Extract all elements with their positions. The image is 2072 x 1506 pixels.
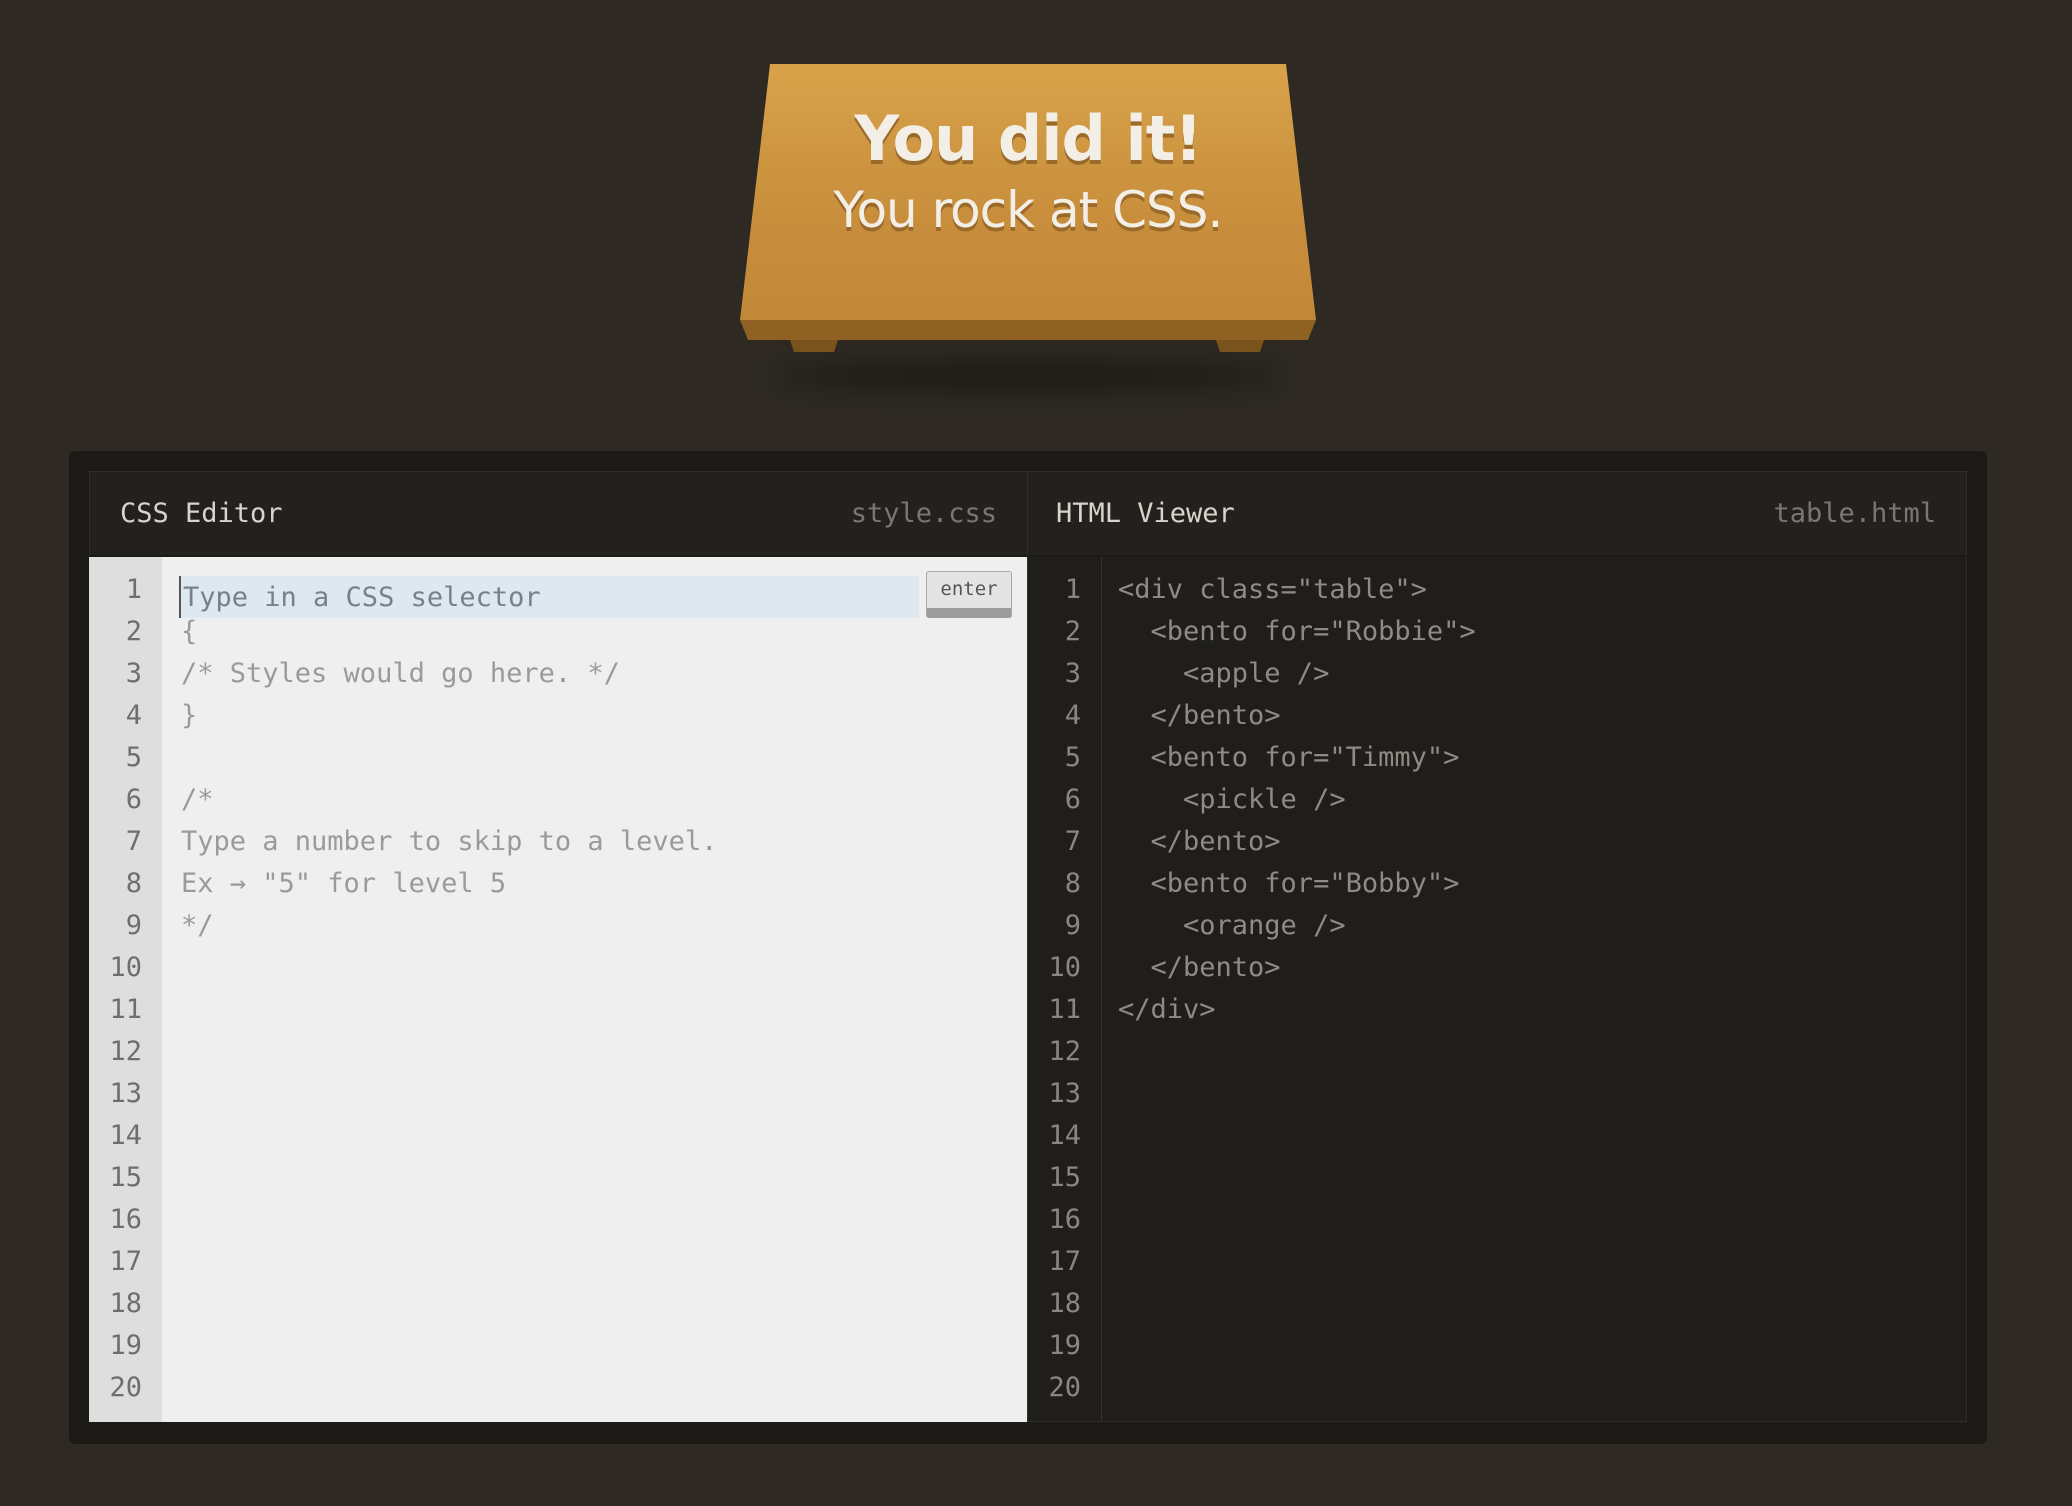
css-line-number: 1 [125, 574, 142, 605]
html-line-number: 19 [1048, 1330, 1081, 1361]
css-code-line: Ex → "5" for level 5 [181, 868, 507, 899]
css-editor-pane: CSS Editor style.css 1 2 3 4 5 6 7 8 9 10 11 12 13 14… [89, 471, 1027, 1424]
win-subtitle: You rock at CSS. [833, 181, 1224, 239]
table-shadow [770, 364, 1286, 388]
css-line-number: 14 [109, 1120, 142, 1151]
html-code-line: </bento> [1118, 952, 1281, 983]
css-code-line: /* [181, 784, 214, 815]
table-leg-left [790, 340, 838, 352]
html-line-number: 15 [1048, 1162, 1081, 1193]
html-line-number: 5 [1064, 742, 1081, 773]
css-line-number: 8 [125, 868, 142, 899]
html-line-number: 18 [1048, 1288, 1081, 1319]
html-code-line: <div class="table"> [1118, 574, 1427, 605]
html-line-number: 6 [1064, 784, 1081, 815]
html-line-number: 2 [1064, 616, 1081, 647]
css-editor-filename: style.css [850, 498, 997, 529]
css-line-number: 2 [125, 616, 142, 647]
css-line-number: 16 [109, 1204, 142, 1235]
html-line-numbers: 1 2 3 4 5 6 7 8 9 10 11 12 13 14 15 16 17 18 19 20 [1028, 557, 1102, 1421]
css-line-number: 5 [125, 742, 142, 773]
css-code-line: */ [181, 910, 214, 941]
css-line-number: 10 [109, 952, 142, 983]
html-line-number: 4 [1064, 700, 1081, 731]
html-code-line: </bento> [1118, 826, 1281, 857]
css-line-number: 12 [109, 1036, 142, 1067]
html-code-line: <orange /> [1118, 910, 1346, 941]
html-viewer-pane: HTML Viewer table.html 1 2 3 4 5 6 7 8 9 10 11 12 13… [1027, 471, 1967, 1424]
html-code-line: </bento> [1118, 700, 1281, 731]
css-editor-header: CSS Editor style.css [89, 471, 1027, 555]
html-viewer-title: HTML Viewer [1056, 498, 1235, 529]
css-line-number: 7 [125, 826, 142, 857]
html-line-number: 11 [1048, 994, 1081, 1025]
html-line-number: 13 [1048, 1078, 1081, 1109]
html-line-number: 1 [1064, 574, 1081, 605]
html-line-number: 7 [1064, 826, 1081, 857]
css-line-number: 15 [109, 1162, 142, 1193]
table-leg-right [1216, 340, 1264, 352]
css-editor-title: CSS Editor [120, 498, 283, 529]
level-complete-table: You did it! You rock at CSS. [740, 64, 1316, 388]
html-line-number: 10 [1048, 952, 1081, 983]
css-line-number: 9 [125, 910, 142, 941]
css-line-number: 17 [109, 1246, 142, 1277]
css-code-line [181, 737, 717, 779]
html-code-line: <pickle /> [1118, 784, 1346, 815]
html-line-number: 8 [1064, 868, 1081, 899]
win-title: You did it! [854, 102, 1202, 175]
css-selector-input[interactable] [179, 576, 919, 618]
editor-frame: CSS Editor style.css 1 2 3 4 5 6 7 8 9 10 11 12 13 14… [69, 451, 1987, 1444]
html-line-number: 17 [1048, 1246, 1081, 1277]
html-line-number: 12 [1048, 1036, 1081, 1067]
css-line-number: 13 [109, 1078, 142, 1109]
html-code: <div class="table"> <bento for="Robbie">… [1118, 569, 1476, 1031]
html-line-number: 9 [1064, 910, 1081, 941]
css-line-number: 6 [125, 784, 142, 815]
html-line-number: 3 [1064, 658, 1081, 689]
html-viewer-filename: table.html [1773, 498, 1936, 529]
css-code: {/* Styles would go here. */}/* Type a nu… [181, 569, 717, 947]
html-viewer-header: HTML Viewer table.html [1027, 471, 1967, 555]
css-line-number: 4 [125, 700, 142, 731]
css-line-number: 19 [109, 1330, 142, 1361]
css-code-line: /* Styles would go here. */ [181, 658, 620, 689]
html-line-number: 20 [1048, 1372, 1081, 1403]
html-line-number: 14 [1048, 1120, 1081, 1151]
html-line-number: 16 [1048, 1204, 1081, 1235]
table-edge [740, 320, 1316, 340]
html-code-line: <bento for="Robbie"> [1118, 616, 1476, 647]
css-code-line: } [181, 700, 198, 731]
css-line-number: 11 [109, 994, 142, 1025]
css-editor-body: 1 2 3 4 5 6 7 8 9 10 11 12 13 14 15 16 17 18 19 20 {/* Styl… [89, 557, 1027, 1422]
css-line-numbers: 1 2 3 4 5 6 7 8 9 10 11 12 13 14 15 16 17 18 19 20 [89, 557, 162, 1422]
html-code-line: <apple /> [1118, 658, 1330, 689]
html-code-line: </div> [1118, 994, 1216, 1025]
css-code-line: Type a number to skip to a level. [181, 826, 718, 857]
css-line-number: 18 [109, 1288, 142, 1319]
html-code-line: <bento for="Bobby"> [1118, 868, 1460, 899]
html-code-line: <bento for="Timmy"> [1118, 742, 1460, 773]
css-line-number: 3 [125, 658, 142, 689]
css-line-number: 20 [109, 1372, 142, 1403]
enter-button[interactable]: enter [926, 571, 1012, 618]
html-viewer-body: 1 2 3 4 5 6 7 8 9 10 11 12 13 14 15 16 17 18 19 20 <div cla… [1027, 557, 1967, 1422]
